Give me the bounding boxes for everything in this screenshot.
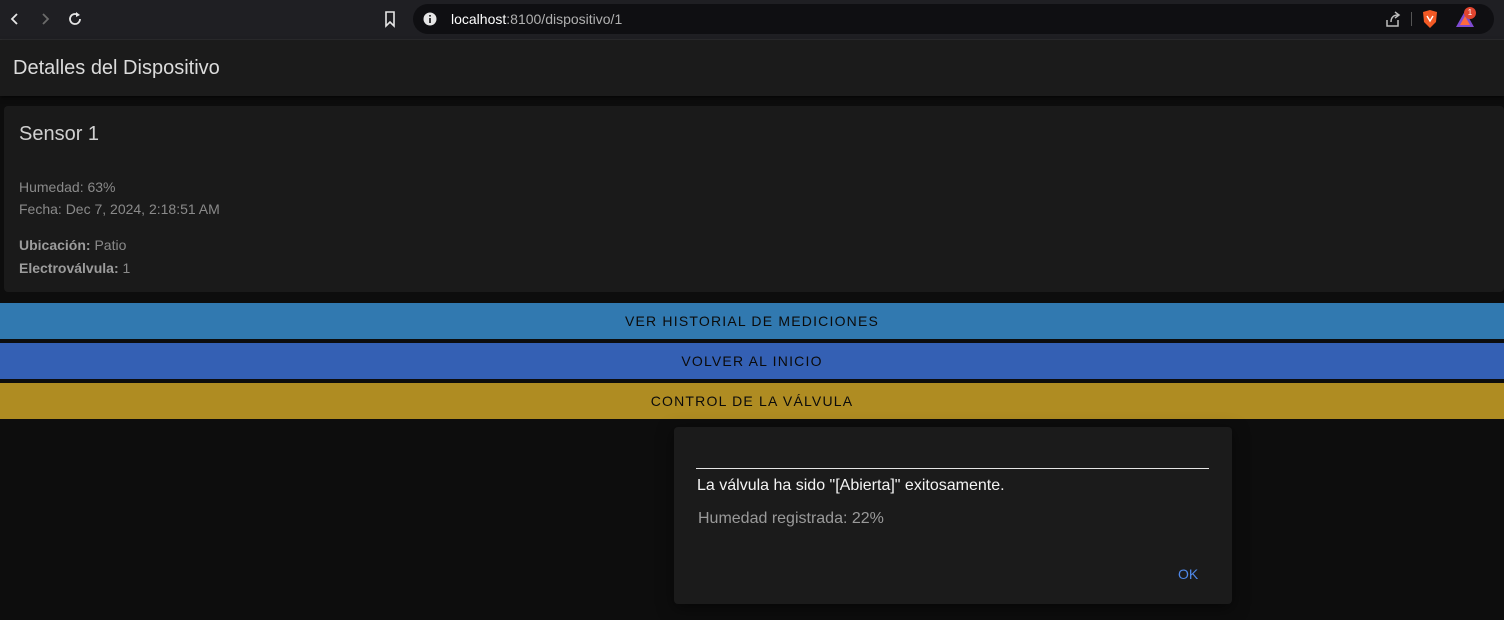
location-label: Ubicación:	[19, 237, 91, 253]
rewards-badge: 1	[1464, 7, 1476, 19]
alert-sub-message: Humedad registrada: 22%	[698, 510, 884, 527]
url-text: localhost:8100/dispositivo/1	[451, 11, 622, 27]
device-valve: Electroválvula: 1	[19, 260, 130, 276]
valve-value: 1	[118, 260, 131, 276]
valve-control-button[interactable]: CONTROL DE LA VÁLVULA	[0, 383, 1504, 419]
page-title: Detalles del Dispositivo	[13, 57, 220, 79]
url-divider	[1411, 12, 1412, 26]
alert-dialog: La válvula ha sido "[Abierta]" exitosame…	[674, 427, 1232, 604]
device-card: Sensor 1 Humedad: 63% Fecha: Dec 7, 2024…	[4, 106, 1504, 292]
location-value: Patio	[90, 237, 127, 253]
reload-icon[interactable]	[64, 8, 86, 30]
brave-shields-icon[interactable]	[1421, 9, 1439, 29]
site-info-icon[interactable]	[423, 12, 437, 26]
back-icon[interactable]	[4, 8, 26, 30]
device-humidity: Humedad: 63%	[19, 179, 116, 195]
view-history-button[interactable]: VER HISTORIAL DE MEDICIONES	[0, 303, 1504, 339]
forward-icon[interactable]	[34, 8, 56, 30]
share-icon[interactable]	[1383, 10, 1403, 30]
bookmark-icon[interactable]	[380, 9, 400, 29]
url-host: localhost	[451, 11, 507, 27]
back-home-button[interactable]: VOLVER AL INICIO	[0, 343, 1504, 379]
address-bar[interactable]: localhost:8100/dispositivo/1 1	[413, 4, 1494, 34]
ok-button[interactable]: OK	[1178, 566, 1198, 582]
valve-label: Electroválvula:	[19, 260, 119, 276]
browser-toolbar: localhost:8100/dispositivo/1 1	[0, 0, 1504, 40]
app-header: Detalles del Dispositivo	[0, 40, 1504, 96]
url-path: :8100/dispositivo/1	[506, 11, 623, 27]
alert-divider	[696, 468, 1209, 469]
device-location: Ubicación: Patio	[19, 237, 126, 253]
device-name: Sensor 1	[19, 123, 100, 145]
device-date: Fecha: Dec 7, 2024, 2:18:51 AM	[19, 201, 220, 217]
alert-message: La válvula ha sido "[Abierta]" exitosame…	[697, 477, 1005, 494]
